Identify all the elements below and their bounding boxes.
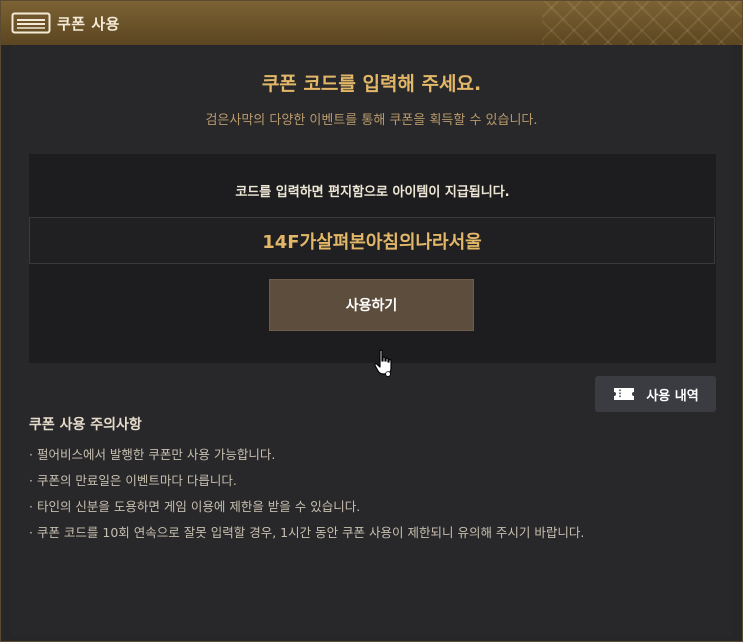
notice-item: · 쿠폰 코드를 10회 연속으로 잘못 입력할 경우, 1시간 동안 쿠폰 사…	[29, 525, 585, 540]
notice-title: 쿠폰 사용 주의사항	[29, 417, 142, 433]
notice-item: · 펄어비스에서 발행한 쿠폰만 사용 가능합니다.	[29, 447, 276, 462]
redeem-panel: 코드를 입력하면 편지함으로 아이템이 지급됩니다. 14F가살펴본아침의나라서…	[29, 154, 716, 363]
ticket-icon	[614, 388, 635, 400]
usage-history-button[interactable]: 사용 내역	[595, 376, 716, 412]
title-bar[interactable]: 쿠폰 사용	[1, 1, 742, 45]
notice-list: · 펄어비스에서 발행한 쿠폰만 사용 가능합니다. · 쿠폰의 만료일은 이벤…	[29, 447, 584, 551]
coupon-code-input[interactable]: 14F가살펴본아침의나라서울	[29, 217, 715, 264]
title-bar-pattern	[542, 1, 742, 45]
notice-item: · 타인의 신분을 도용하면 게임 이용에 제한을 받을 수 있습니다.	[29, 499, 361, 514]
coupon-content: 쿠폰 코드를 입력해 주세요. 검은사막의 다양한 이벤트를 통해 쿠폰을 획득…	[11, 45, 732, 635]
ticket-icon	[11, 12, 51, 34]
page-subtitle: 검은사막의 다양한 이벤트를 통해 쿠폰을 획득할 수 있습니다.	[205, 113, 538, 128]
redeem-note: 코드를 입력하면 편지함으로 아이템이 지급됩니다.	[235, 185, 510, 200]
usage-history-label: 사용 내역	[646, 388, 699, 404]
use-coupon-button[interactable]: 사용하기	[269, 279, 474, 331]
page-title: 쿠폰 코드를 입력해 주세요.	[261, 73, 482, 95]
hand-pointer-icon	[374, 349, 392, 377]
notice-item: · 쿠폰의 만료일은 이벤트마다 다릅니다.	[29, 473, 237, 488]
window-title: 쿠폰 사용	[57, 15, 120, 33]
coupon-window: 쿠폰 사용 쿠폰 코드를 입력해 주세요. 검은사막의 다양한 이벤트를 통해 …	[0, 0, 743, 642]
